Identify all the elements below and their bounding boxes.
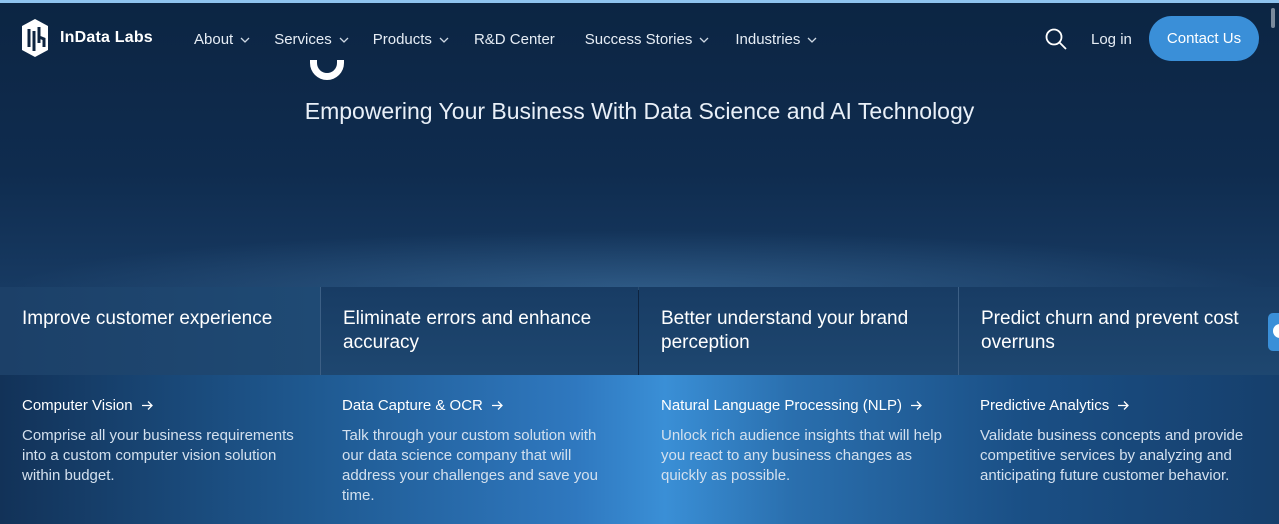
nav-about[interactable]: About <box>194 31 250 48</box>
card-body-3: Natural Language Processing (NLP) Unlock… <box>661 397 946 486</box>
hero-subtitle: Empowering Your Business With Data Scien… <box>304 98 975 124</box>
hero-glow <box>0 230 1279 290</box>
chevron-down-icon <box>807 37 817 43</box>
card-description: Validate business concepts and provide c… <box>980 427 1244 484</box>
nav-rd-center[interactable]: R&D Center <box>474 31 555 48</box>
card-divider <box>958 287 959 375</box>
contact-us-button[interactable]: Contact Us <box>1149 16 1259 61</box>
chevron-down-icon <box>699 37 709 43</box>
arrow-right-icon <box>141 401 153 410</box>
chevron-down-icon <box>439 37 449 43</box>
card-header-4: Predict churn and prevent cost overruns <box>959 287 1279 375</box>
card-header-3: Better understand your brand perception <box>639 287 958 375</box>
card-description: Unlock rich audience insights that will … <box>661 427 942 484</box>
card-divider <box>320 287 321 375</box>
brand-name: InData Labs <box>60 29 153 46</box>
card-body-4: Predictive Analytics Validate business c… <box>980 397 1262 486</box>
navbar: InData Labs About Services Products R&D … <box>0 3 1279 73</box>
card-title: Eliminate errors and enhance accuracy <box>343 308 592 353</box>
data-capture-ocr-link[interactable]: Data Capture & OCR <box>342 397 617 414</box>
arrow-right-icon <box>910 401 922 410</box>
chevron-down-icon <box>240 37 250 43</box>
chevron-down-icon <box>339 37 349 43</box>
services-cards: Improve customer experience Eliminate er… <box>0 287 1279 524</box>
card-title: Predict churn and prevent cost overruns <box>981 308 1239 353</box>
card-header-1: Improve customer experience <box>0 287 320 375</box>
nav-products[interactable]: Products <box>373 31 449 48</box>
nav-services[interactable]: Services <box>274 31 349 48</box>
card-title: Better understand your brand perception <box>661 308 909 353</box>
computer-vision-link[interactable]: Computer Vision <box>22 397 312 414</box>
scrollbar-thumb[interactable] <box>1271 8 1275 28</box>
main-nav: About Services Products R&D Center Succe… <box>194 31 817 48</box>
card-body-1: Computer Vision Comprise all your busine… <box>22 397 312 486</box>
predictive-analytics-link[interactable]: Predictive Analytics <box>980 397 1262 414</box>
arrow-right-icon <box>1118 401 1130 410</box>
side-widget-knob <box>1273 324 1279 338</box>
card-body-2: Data Capture & OCR Talk through your cus… <box>342 397 617 506</box>
side-widget-tab[interactable] <box>1268 313 1279 351</box>
brand-logo[interactable]: InData Labs <box>20 17 153 59</box>
logo-icon <box>22 19 48 57</box>
nlp-link[interactable]: Natural Language Processing (NLP) <box>661 397 946 414</box>
nav-industries[interactable]: Industries <box>735 31 817 48</box>
nav-success-stories[interactable]: Success Stories <box>585 31 710 48</box>
card-header-2: Eliminate errors and enhance accuracy <box>321 287 638 375</box>
card-title: Improve customer experience <box>22 308 273 329</box>
arrow-right-icon <box>491 401 503 410</box>
card-description: Talk through your custom solution with o… <box>342 427 598 504</box>
search-icon[interactable] <box>1044 27 1068 51</box>
card-description: Comprise all your business requirements … <box>22 427 294 484</box>
login-link[interactable]: Log in <box>1091 31 1132 48</box>
